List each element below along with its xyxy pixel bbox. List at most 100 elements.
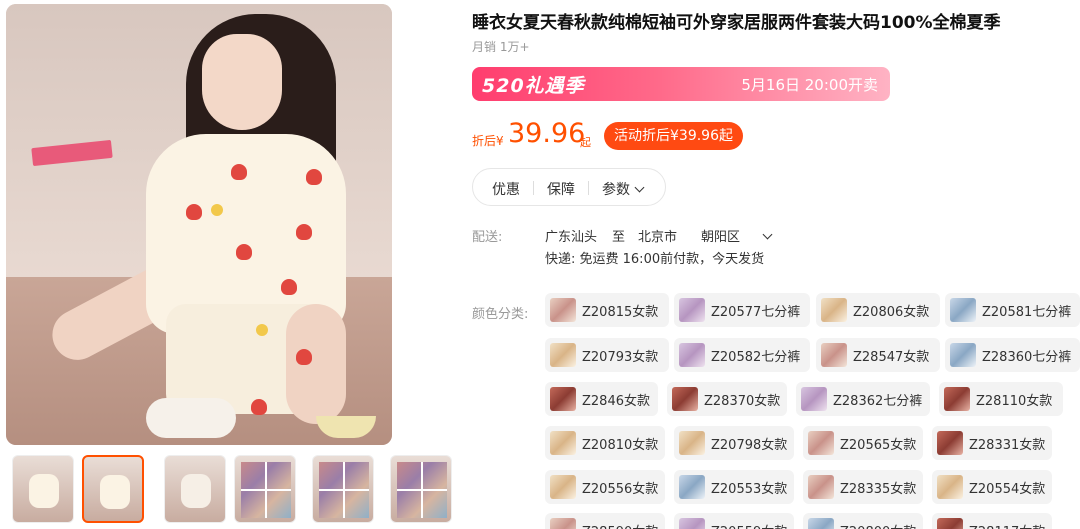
sku-label: Z28110女款	[976, 393, 1053, 409]
image-model-face	[202, 34, 282, 130]
price-suffix: 起	[580, 136, 591, 149]
sku-label: Z20565女款	[840, 437, 917, 453]
sku-option[interactable]: Z28117女款	[932, 513, 1052, 529]
image-slipper	[146, 398, 236, 438]
thumbnail-5[interactable]	[312, 455, 374, 523]
sku-label: Z28335女款	[840, 481, 917, 497]
sku-label: Z20810女款	[582, 437, 659, 453]
sku-swatch	[937, 475, 963, 499]
sku-label: Z20793女款	[582, 349, 659, 365]
sku-option[interactable]: Z20581七分裤	[945, 293, 1080, 327]
sku-label: Z28360七分裤	[982, 349, 1072, 365]
activity-price-badge[interactable]: 活动折后¥39.96起	[604, 122, 743, 150]
sku-swatch	[679, 475, 705, 499]
sku-label: Z20553女款	[711, 481, 788, 497]
thumbnail-1[interactable]	[12, 455, 74, 523]
sku-option[interactable]: Z28331女款	[932, 426, 1052, 460]
sku-option[interactable]: Z2846女款	[545, 382, 658, 416]
sku-swatch	[808, 475, 834, 499]
sku-option[interactable]: Z20556女款	[545, 470, 665, 504]
sku-option[interactable]: Z20582七分裤	[674, 338, 810, 372]
sku-swatch	[672, 387, 698, 411]
sku-option[interactable]: Z28362七分裤	[796, 382, 930, 416]
sku-option[interactable]: Z20793女款	[545, 338, 669, 372]
sku-swatch	[808, 431, 834, 455]
sku-swatch	[550, 518, 576, 529]
sku-label: Z20815女款	[582, 304, 659, 320]
sku-swatch	[808, 518, 834, 529]
color-category-label: 颜色分类:	[472, 307, 529, 322]
thumbnail-pajama	[100, 475, 130, 509]
sku-option[interactable]: Z28547女款	[816, 338, 940, 372]
tab-guarantee[interactable]: 保障	[547, 179, 575, 199]
sku-option[interactable]: Z28370女款	[667, 382, 787, 416]
sku-option[interactable]: Z28335女款	[803, 470, 923, 504]
sku-label: Z20806女款	[853, 304, 930, 320]
sku-option[interactable]: Z20554女款	[932, 470, 1052, 504]
flower-print	[256, 324, 268, 336]
promo-logo: 520礼遇季	[482, 75, 585, 97]
sku-label: Z20554女款	[969, 481, 1046, 497]
main-product-image[interactable]	[6, 4, 392, 445]
tab-params[interactable]: 参数	[602, 179, 645, 199]
sku-option[interactable]: Z20798女款	[674, 426, 794, 460]
tab-discount[interactable]: 优惠	[492, 179, 520, 199]
shipping-district[interactable]: 朝阳区	[701, 226, 740, 245]
sku-swatch	[821, 298, 847, 322]
tab-params-label: 参数	[602, 182, 630, 198]
thumbnail-3[interactable]	[164, 455, 226, 523]
flower-print	[211, 204, 223, 216]
sku-option[interactable]: Z20806女款	[816, 293, 940, 327]
sku-label: Z20581七分裤	[982, 304, 1072, 320]
sku-label: Z28362七分裤	[833, 393, 923, 409]
sku-label: Z28547女款	[853, 349, 930, 365]
sku-swatch	[950, 343, 976, 367]
strawberry-print	[251, 399, 267, 415]
tab-divider	[588, 181, 589, 195]
sku-swatch	[937, 431, 963, 455]
sku-label: Z20798女款	[711, 437, 788, 453]
sku-swatch	[679, 343, 705, 367]
address-chevron-down-icon[interactable]	[758, 226, 773, 245]
thumbnail-strip	[6, 455, 456, 525]
sku-label: Z20559女款	[711, 521, 787, 529]
sku-label: Z2846女款	[582, 393, 650, 409]
sku-option[interactable]: Z20815女款	[545, 293, 669, 327]
thumbnail-4[interactable]	[234, 455, 296, 523]
shipping-city[interactable]: 北京市	[638, 226, 677, 245]
sku-swatch	[944, 387, 970, 411]
thumbnail-2[interactable]	[82, 455, 144, 523]
sku-option[interactable]: Z28590女款	[545, 513, 665, 529]
sku-option[interactable]: Z20553女款	[674, 470, 794, 504]
sku-option[interactable]: Z28360七分裤	[945, 338, 1080, 372]
sku-swatch	[937, 518, 963, 529]
strawberry-print	[306, 169, 322, 185]
promo-banner: 520礼遇季 5月16日 20:00开卖	[472, 67, 890, 101]
sku-swatch	[679, 298, 705, 322]
sku-option[interactable]: Z20800女款	[803, 513, 923, 529]
sku-swatch	[801, 387, 827, 411]
strawberry-print	[236, 244, 252, 260]
thumbnail-pajama	[29, 474, 59, 508]
sku-option[interactable]: Z20577七分裤	[674, 293, 810, 327]
sku-option[interactable]: Z20810女款	[545, 426, 665, 460]
shipping-detail: 快递: 免运费 16:00前付款，今天发货	[545, 252, 765, 267]
sku-option[interactable]: Z20565女款	[803, 426, 923, 460]
thumbnail-6[interactable]	[390, 455, 452, 523]
strawberry-print	[281, 279, 297, 295]
tab-divider	[533, 181, 534, 195]
monthly-sales: 月销 1万+	[472, 40, 530, 54]
sku-label: Z20800女款	[840, 521, 916, 529]
info-tabs: 优惠 保障 参数	[472, 168, 666, 206]
sku-label: Z28331女款	[969, 437, 1046, 453]
sku-option[interactable]: Z20559女款	[674, 513, 794, 529]
sku-label: Z20556女款	[582, 481, 659, 497]
image-model-leg	[286, 304, 346, 424]
sku-swatch	[550, 343, 576, 367]
sku-label: Z20582七分裤	[711, 349, 801, 365]
sku-swatch	[550, 387, 576, 411]
thumbnail-collage	[241, 462, 291, 518]
thumbnail-pajama	[181, 474, 211, 508]
price-value: 39.96	[508, 118, 586, 149]
sku-option[interactable]: Z28110女款	[939, 382, 1063, 416]
